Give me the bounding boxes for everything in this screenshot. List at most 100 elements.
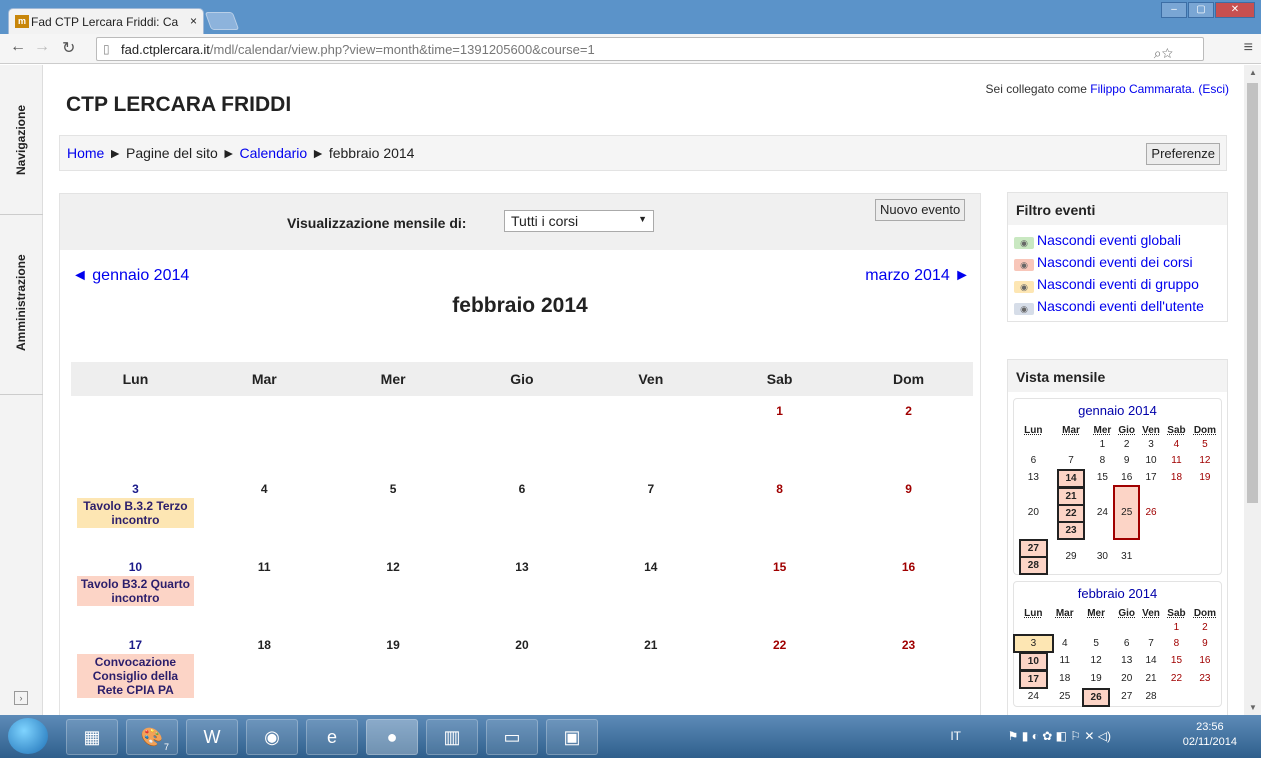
calendar-day[interactable]: 1 xyxy=(715,396,844,474)
calendar-day[interactable]: 13 xyxy=(458,552,587,630)
month-calendar: Lun Mar Mer Gio Ven Sab Dom 1 2 3 Tavolo B.3.2 Te… xyxy=(71,362,973,715)
paint-icon[interactable]: 🎨 7 xyxy=(126,719,178,755)
calendar-day[interactable]: 24 xyxy=(71,708,200,715)
calendar-day[interactable]: 22 xyxy=(715,630,844,708)
calendar-event[interactable]: Convocazione Consiglio della Rete CPIA P… xyxy=(77,654,194,698)
preferences-button[interactable]: Preferenze xyxy=(1146,143,1220,165)
calendar-day[interactable]: 3 Tavolo B.3.2 Terzo incontro xyxy=(71,474,200,552)
event-filter-item[interactable]: ◉ Nascondi eventi di gruppo xyxy=(1010,273,1225,295)
dock-navigation[interactable]: Navigazione xyxy=(0,65,43,215)
internet-explorer-icon[interactable]: e xyxy=(306,719,358,755)
breadcrumb-home[interactable]: Home xyxy=(67,145,104,161)
new-tab-button[interactable] xyxy=(204,12,240,30)
mini-day[interactable]: 14 xyxy=(1056,469,1086,488)
logout-link[interactable]: (Esci) xyxy=(1198,82,1229,96)
calendar-day[interactable]: 10 Tavolo B3.2 Quarto incontro xyxy=(71,552,200,630)
calendar-day[interactable]: 18 xyxy=(200,630,329,708)
scrollbar-thumb[interactable] xyxy=(1247,83,1258,503)
calendar-day[interactable]: 11 xyxy=(200,552,329,630)
word-icon[interactable]: W xyxy=(186,719,238,755)
calendar-day[interactable]: 19 xyxy=(329,630,458,708)
reload-icon[interactable]: ↻ xyxy=(62,38,75,58)
mini-day: 27 xyxy=(1121,691,1133,702)
back-icon[interactable]: ← xyxy=(10,38,26,56)
calendar-day[interactable]: 28 xyxy=(586,708,715,715)
calendar-day[interactable]: 4 xyxy=(200,474,329,552)
calendar-day[interactable]: 2 xyxy=(844,396,973,474)
chevron-down-icon: ▼ xyxy=(638,214,647,224)
scroll-down-icon[interactable]: ▼ xyxy=(1249,703,1257,712)
folder-icon[interactable]: ▭ xyxy=(486,719,538,755)
new-event-button[interactable]: Nuovo evento xyxy=(875,199,966,221)
calendar-day[interactable]: 20 xyxy=(458,630,587,708)
calendar-day[interactable]: 21 xyxy=(586,630,715,708)
day-number[interactable]: 3 xyxy=(71,482,200,496)
scroll-up-icon[interactable]: ▲ xyxy=(1249,68,1257,77)
event-filter-item[interactable]: ◉ Nascondi eventi dei corsi xyxy=(1010,251,1225,273)
mini-day: 20 xyxy=(1121,673,1133,684)
calendar-day[interactable]: 27 xyxy=(458,708,587,715)
chrome-icon[interactable]: ● xyxy=(366,719,418,755)
calendar-day[interactable]: 23 xyxy=(844,630,973,708)
dock-expand-icon[interactable]: › xyxy=(14,691,28,705)
day-number[interactable]: 10 xyxy=(71,560,200,574)
mini-day[interactable]: 17 xyxy=(1019,670,1048,689)
calendar-day[interactable]: 6 xyxy=(458,474,587,552)
bookmark-star-icon[interactable]: ⌕☆ xyxy=(1154,45,1173,62)
chrome-menu-icon[interactable]: ≡ xyxy=(1244,39,1253,57)
address-bar[interactable]: ▯ fad.ctplercara.it/mdl/calendar/view.ph… xyxy=(96,37,1204,61)
mini-day[interactable]: 25 xyxy=(1113,485,1140,540)
prev-month-link[interactable]: ◄ gennaio 2014 xyxy=(72,267,189,285)
mini-day[interactable]: 28 xyxy=(1019,556,1048,575)
dock-administration[interactable]: Amministrazione xyxy=(0,215,43,395)
mini-day: 25 xyxy=(1059,691,1071,702)
mini-month-caption[interactable]: febbraio 2014 xyxy=(1014,582,1221,607)
calendar-day[interactable]: 25 xyxy=(200,708,329,715)
calendar-event[interactable]: Tavolo B.3.2 Terzo incontro xyxy=(77,498,194,528)
page-scrollbar[interactable]: ▲ ▼ xyxy=(1244,65,1261,715)
calendar-day[interactable]: 17 Convocazione Consiglio della Rete CPIA… xyxy=(71,630,200,708)
calculator-icon[interactable]: ▦ xyxy=(66,719,118,755)
mini-month-caption[interactable]: gennaio 2014 xyxy=(1014,399,1221,424)
weekday-header: Dom xyxy=(844,362,973,396)
mini-day[interactable]: 26 xyxy=(1081,688,1111,707)
day-number[interactable]: 17 xyxy=(71,638,200,652)
next-month-link[interactable]: marzo 2014 ► xyxy=(865,267,970,285)
course-select[interactable]: Tutti i corsi ▼ xyxy=(504,210,654,232)
calendar-day[interactable]: 26 xyxy=(329,708,458,715)
file-cabinet-icon[interactable]: ▥ xyxy=(426,719,478,755)
user-link[interactable]: Filippo Cammarata. xyxy=(1090,82,1195,96)
forward-icon[interactable]: → xyxy=(34,38,50,56)
mini-day[interactable]: 21 xyxy=(1056,487,1086,506)
calendar-day[interactable]: 8 xyxy=(715,474,844,552)
weekday-header: Gio xyxy=(457,362,587,396)
maximize-icon[interactable]: ▢ xyxy=(1188,2,1214,18)
minimize-icon[interactable]: – xyxy=(1161,2,1187,18)
calendar-event[interactable]: Tavolo B3.2 Quarto incontro xyxy=(77,576,194,606)
start-button-icon[interactable] xyxy=(8,718,48,754)
calendar-day[interactable]: 16 xyxy=(844,552,973,630)
tray-icons[interactable]: ⚑ ▮ ◐ ✿ ◧ ⚐ ✕ ◁) xyxy=(1008,729,1111,743)
calendar-day[interactable]: 12 xyxy=(329,552,458,630)
event-filter-item[interactable]: ◉ Nascondi eventi globali xyxy=(1010,229,1225,251)
mini-day: 2 xyxy=(1202,622,1208,633)
close-tab-icon[interactable]: × xyxy=(190,14,197,28)
breadcrumb-calendar[interactable]: Calendario xyxy=(239,145,307,161)
mini-day[interactable]: 23 xyxy=(1056,521,1086,540)
calendar-day[interactable]: 9 xyxy=(844,474,973,552)
mini-day[interactable]: 10 xyxy=(1019,652,1048,671)
mini-day[interactable]: 22 xyxy=(1056,504,1086,523)
close-window-icon[interactable]: ✕ xyxy=(1215,2,1255,18)
calendar-day[interactable]: 15 xyxy=(715,552,844,630)
network-folder-icon[interactable]: ▣ xyxy=(546,719,598,755)
mini-day[interactable]: 27 xyxy=(1019,539,1048,558)
calendar-day[interactable]: 14 xyxy=(586,552,715,630)
browser-tab[interactable]: m Fad CTP Lercara Friddi: Ca × xyxy=(8,8,204,34)
clock[interactable]: 23:56 02/11/2014 xyxy=(1183,720,1237,750)
calendar-day[interactable]: 7 xyxy=(586,474,715,552)
event-filter-item[interactable]: ◉ Nascondi eventi dell'utente xyxy=(1010,295,1225,317)
calendar-day[interactable]: 5 xyxy=(329,474,458,552)
language-indicator[interactable]: IT xyxy=(950,729,961,743)
mini-day[interactable]: 3 xyxy=(1013,634,1054,653)
firefox-icon[interactable]: ◉ xyxy=(246,719,298,755)
